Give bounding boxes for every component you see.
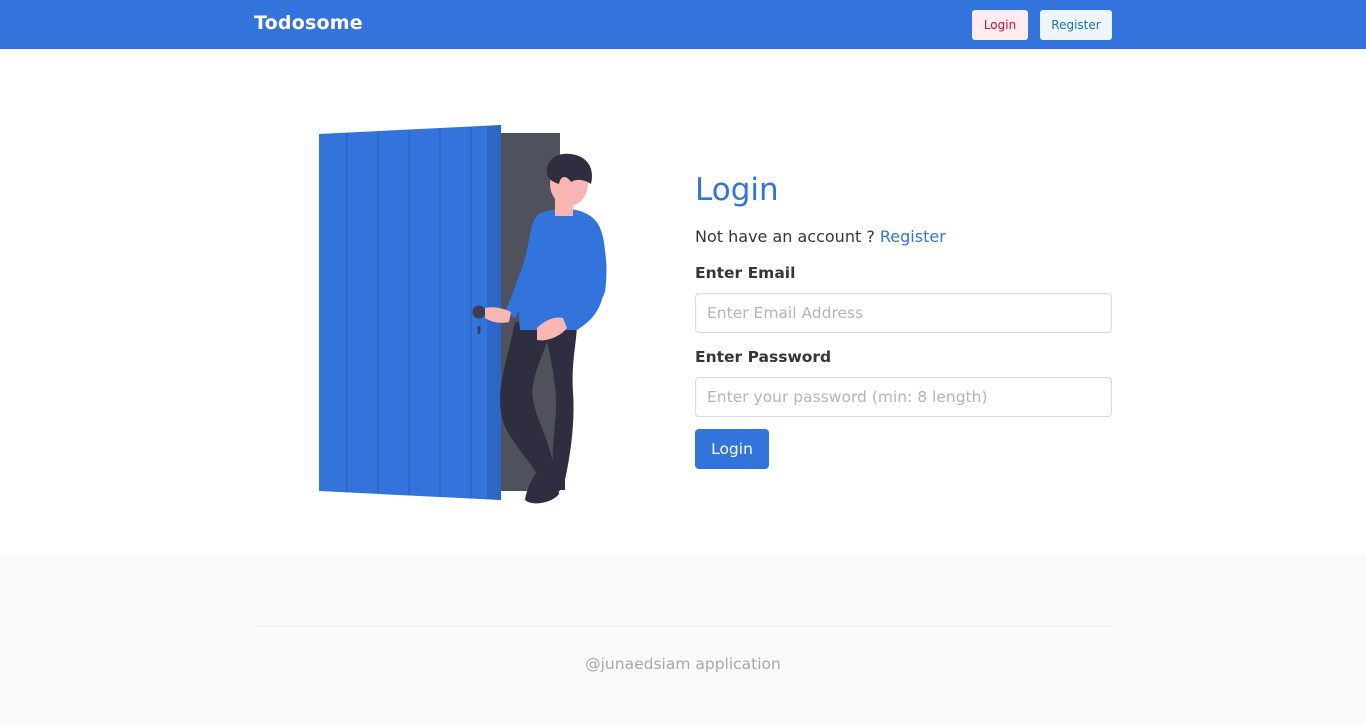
page-footer: @junaedsiam application <box>0 554 1366 724</box>
password-input[interactable] <box>695 377 1112 417</box>
login-submit-button[interactable]: Login <box>695 429 769 469</box>
login-title: Login <box>695 172 779 208</box>
email-input[interactable] <box>695 293 1112 333</box>
top-navbar: Todosome Login Register <box>0 0 1366 49</box>
door-person-illustration <box>319 125 607 504</box>
signup-prompt-text: Not have an account ? <box>695 227 875 246</box>
brand-logo[interactable]: Todosome <box>254 12 363 34</box>
email-label: Enter Email <box>695 264 796 282</box>
footer-divider <box>254 626 1112 627</box>
nav-login-button[interactable]: Login <box>972 10 1028 40</box>
footer-credit: @junaedsiam application <box>585 655 781 673</box>
password-label: Enter Password <box>695 348 832 366</box>
signup-prompt: Not have an account ? Register <box>695 227 946 246</box>
register-link[interactable]: Register <box>880 227 946 246</box>
nav-register-button[interactable]: Register <box>1040 10 1112 40</box>
